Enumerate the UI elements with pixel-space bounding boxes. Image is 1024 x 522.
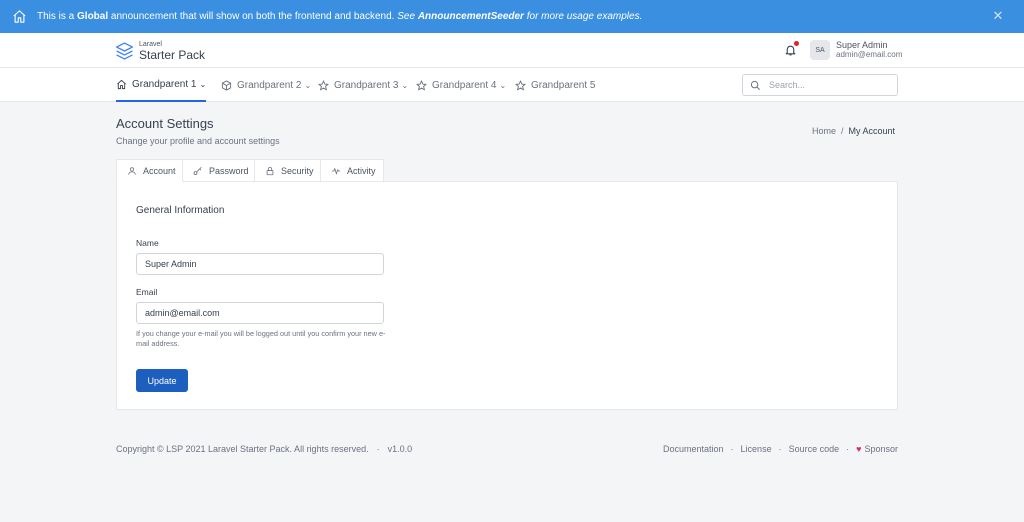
- name-field[interactable]: [136, 253, 384, 275]
- nav-item-grandparent-5[interactable]: Grandparent 5: [515, 68, 596, 102]
- sponsor-link[interactable]: Sponsor: [864, 444, 898, 454]
- footer-separator: ·: [730, 444, 734, 454]
- chevron-down-icon: ⌄: [499, 80, 507, 90]
- key-icon: [193, 166, 202, 175]
- email-label: Email: [136, 287, 158, 297]
- user-icon: [128, 166, 136, 175]
- announcement-bar: This is a Global announcement that will …: [0, 0, 1024, 33]
- tab-password[interactable]: Password: [182, 159, 255, 182]
- heart-icon: ♥: [856, 444, 862, 454]
- cube-icon: [221, 79, 232, 91]
- brand-small: Laravel: [139, 41, 162, 48]
- source-code-link[interactable]: Source code: [789, 444, 840, 454]
- nav-item-grandparent-3[interactable]: Grandparent 3 ⌄: [318, 68, 408, 102]
- copyright-text: Copyright © LSP 2021 Laravel Starter Pac…: [116, 444, 369, 454]
- user-name: Super Admin: [836, 40, 888, 50]
- nav-item-grandparent-1[interactable]: Grandparent 1 ⌄: [116, 68, 207, 102]
- notifications-button[interactable]: [784, 41, 799, 57]
- breadcrumb-separator: /: [841, 126, 844, 136]
- tab-account[interactable]: Account: [116, 159, 183, 182]
- brand-name: Starter Pack: [139, 48, 206, 62]
- email-field[interactable]: [136, 302, 384, 324]
- tab-label: Password: [209, 165, 249, 176]
- chevron-down-icon: ⌄: [401, 80, 409, 90]
- page-title: Account Settings: [116, 116, 214, 131]
- tab-security[interactable]: Security: [254, 159, 321, 182]
- nav-item-grandparent-2[interactable]: Grandparent 2 ⌄: [221, 68, 311, 102]
- search-box: [742, 74, 898, 96]
- search-input[interactable]: [769, 80, 889, 90]
- close-icon[interactable]: ✕: [992, 9, 1004, 23]
- version-text: v1.0.0: [387, 444, 413, 454]
- tab-label: Security: [281, 165, 314, 176]
- home-icon: [117, 79, 126, 89]
- breadcrumb: Home / My Account: [812, 126, 895, 136]
- star-icon: [318, 79, 329, 90]
- user-menu[interactable]: Super Admin admin@email.com: [836, 40, 902, 60]
- nav-item-grandparent-4[interactable]: Grandparent 4 ⌄: [416, 68, 506, 102]
- documentation-link[interactable]: Documentation: [663, 444, 724, 454]
- chevron-down-icon: ⌄: [304, 80, 312, 90]
- nav-label: Grandparent 1: [132, 78, 197, 90]
- footer-separator: ·: [778, 444, 782, 454]
- license-link[interactable]: License: [741, 444, 772, 454]
- nav-label: Grandparent 2: [237, 79, 302, 91]
- star-icon: [416, 79, 427, 90]
- footer-links: Documentation · License · Source code · …: [663, 444, 898, 454]
- tab-label: Account: [143, 165, 176, 176]
- footer-separator: ·: [376, 444, 380, 454]
- announcement-text: This is a Global announcement that will …: [37, 11, 643, 22]
- account-settings-card: General Information Name Email If you ch…: [116, 181, 898, 410]
- main-nav: Grandparent 1 ⌄ Grandparent 2 ⌄ Grandparen…: [0, 68, 1024, 102]
- section-title: General Information: [136, 205, 225, 216]
- layers-icon: [115, 42, 134, 60]
- brand-logo[interactable]: Laravel Starter Pack: [115, 40, 205, 62]
- nav-label: Grandparent 5: [531, 79, 596, 91]
- breadcrumb-home[interactable]: Home: [812, 126, 836, 136]
- email-help-text: If you change your e-mail you will be lo…: [136, 329, 386, 349]
- name-label: Name: [136, 238, 159, 248]
- user-email: admin@email.com: [836, 50, 903, 60]
- nav-label: Grandparent 4: [432, 79, 497, 91]
- star-icon: [515, 79, 526, 90]
- notification-dot: [794, 41, 799, 46]
- tab-activity[interactable]: Activity: [320, 159, 384, 182]
- activity-icon: [331, 167, 341, 174]
- search-icon: [750, 80, 760, 90]
- home-icon: [13, 10, 26, 23]
- tab-label: Activity: [347, 165, 376, 176]
- footer-separator: ·: [846, 444, 850, 454]
- update-button[interactable]: Update: [136, 369, 188, 392]
- breadcrumb-current: My Account: [848, 126, 896, 136]
- page-subtitle: Change your profile and account settings: [116, 136, 280, 146]
- footer-copyright: Copyright © LSP 2021 Laravel Starter Pac…: [116, 444, 412, 454]
- lock-icon: [266, 166, 274, 175]
- nav-label: Grandparent 3: [334, 79, 399, 91]
- avatar[interactable]: SA: [810, 40, 830, 60]
- chevron-down-icon: ⌄: [199, 79, 207, 89]
